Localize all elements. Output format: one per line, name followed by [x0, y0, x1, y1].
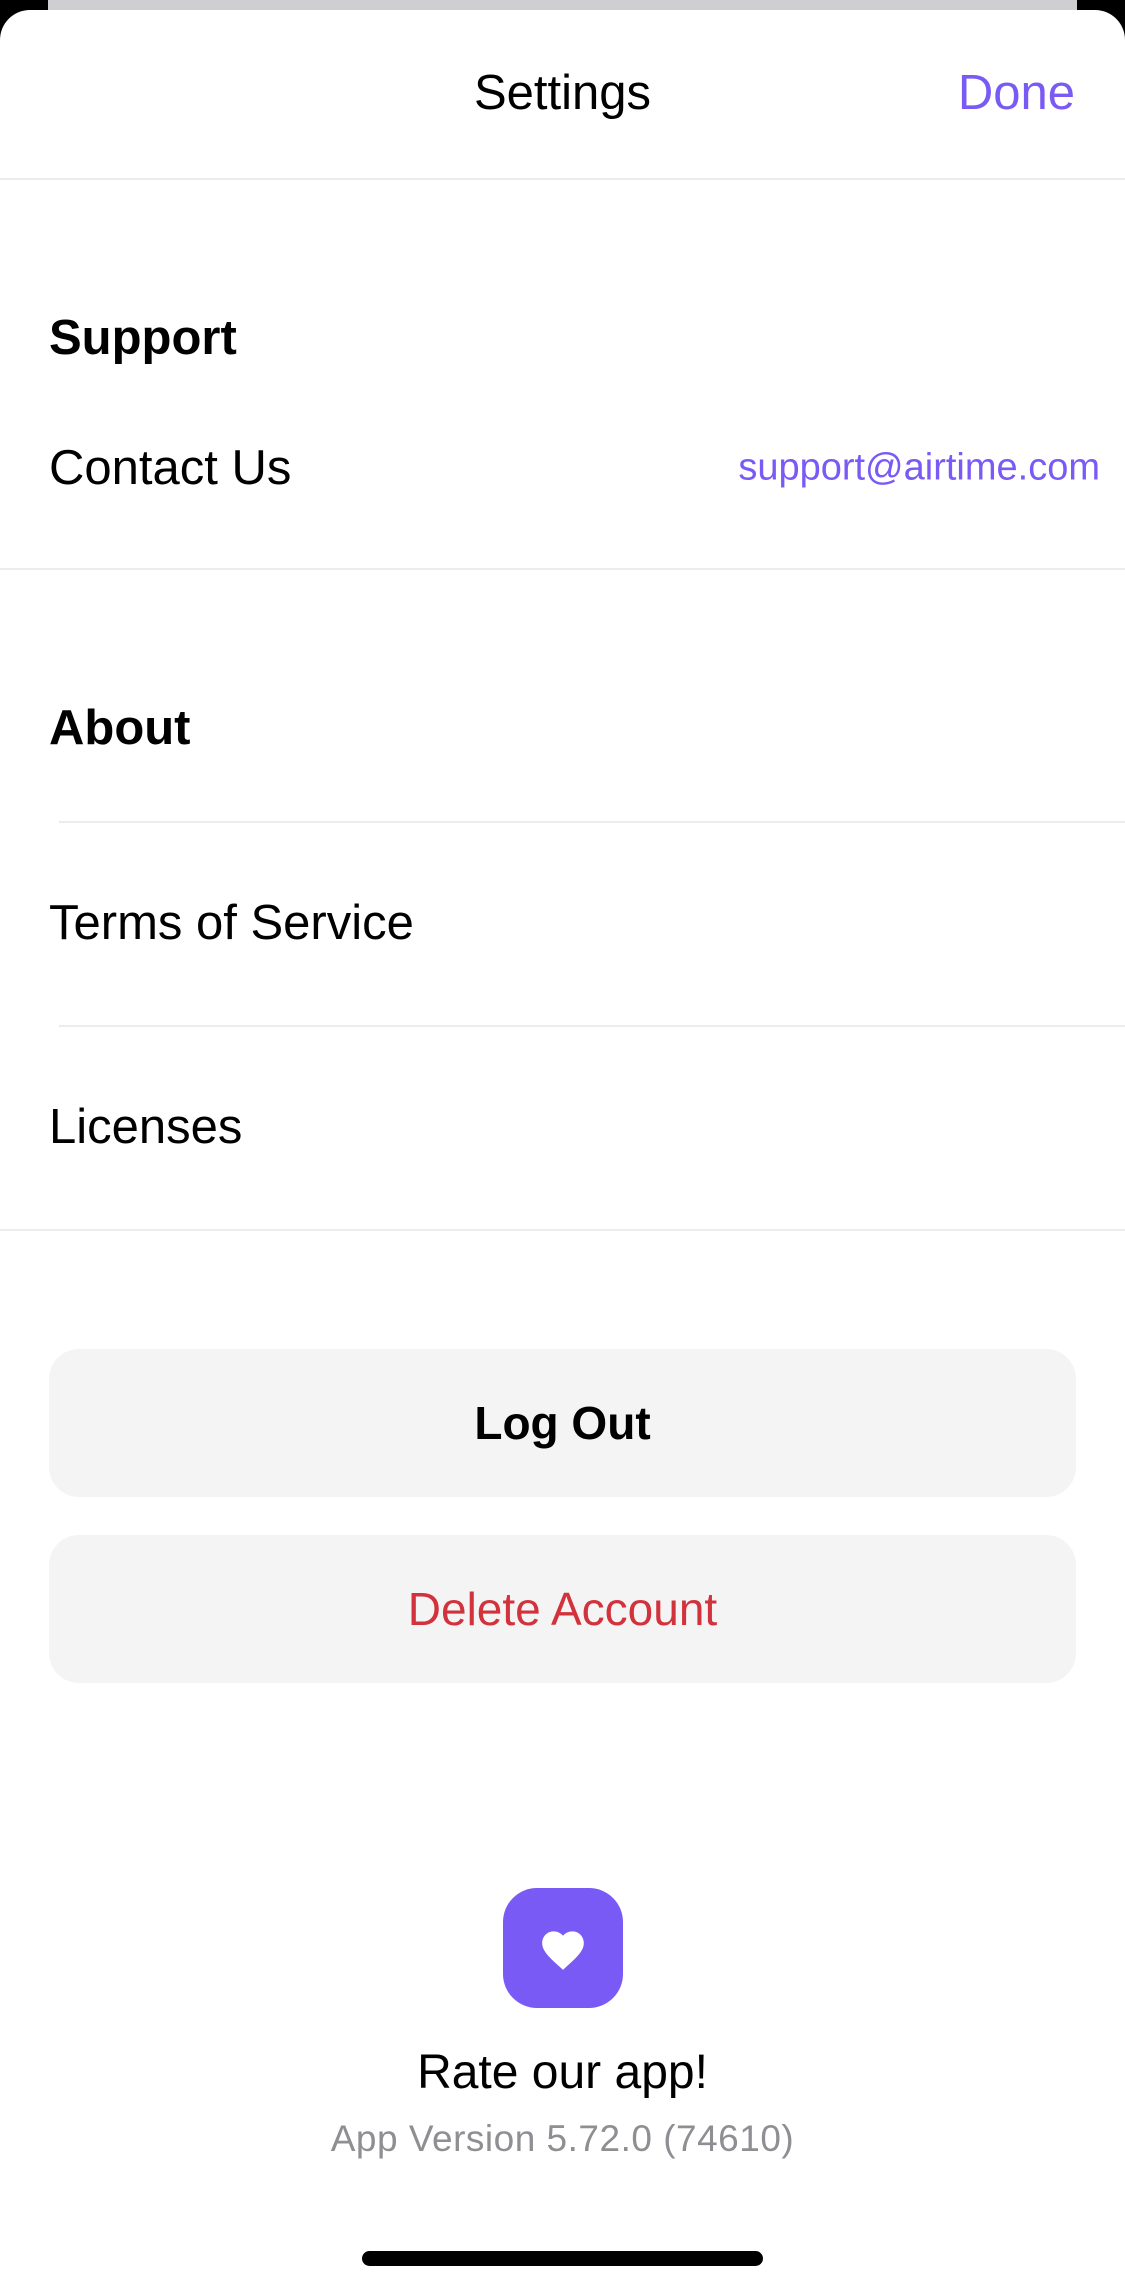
about-section-header: About	[49, 701, 191, 755]
licenses-label: Licenses	[49, 1100, 243, 1154]
log-out-button[interactable]: Log Out	[49, 1349, 1076, 1497]
navigation-bar: Settings Done	[0, 10, 1125, 180]
contact-us-label: Contact Us	[49, 441, 292, 495]
support-email-link[interactable]: support@airtime.com	[738, 447, 1100, 490]
row-divider	[59, 1025, 1125, 1027]
rate-app-button[interactable]	[503, 1888, 623, 2008]
delete-account-button[interactable]: Delete Account	[49, 1535, 1076, 1683]
app-version-text: App Version 5.72.0 (74610)	[330, 2118, 795, 2159]
rate-app-label[interactable]: Rate our app!	[0, 2045, 1125, 2100]
done-button[interactable]: Done	[958, 65, 1075, 121]
terms-of-service-label: Terms of Service	[49, 896, 414, 950]
heart-icon	[542, 1931, 584, 1970]
section-divider	[0, 568, 1125, 570]
section-divider	[0, 1229, 1125, 1231]
page-title: Settings	[473, 66, 652, 120]
licenses-row[interactable]: Licenses	[0, 1067, 1125, 1187]
home-indicator	[362, 2251, 763, 2266]
support-section-header: Support	[49, 311, 237, 365]
settings-sheet: Settings Done Support Contact Us support…	[0, 10, 1125, 2284]
row-divider	[59, 821, 1125, 823]
contact-us-row[interactable]: Contact Us support@airtime.com	[0, 408, 1125, 528]
terms-of-service-row[interactable]: Terms of Service	[0, 863, 1125, 983]
